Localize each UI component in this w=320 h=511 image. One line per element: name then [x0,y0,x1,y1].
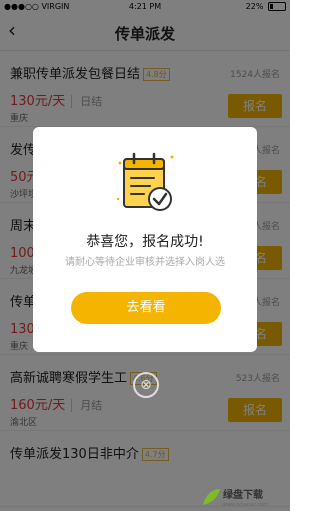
success-dialog: 恭喜您，报名成功! 请耐心等待企业审核并选择入岗人选 去看看 [33,127,257,352]
calendar-check-icon [116,152,174,211]
close-icon[interactable]: ⊗ [133,372,159,398]
watermark-logo: 绿盘下载 www.lvpanxz.com [203,488,268,508]
success-title: 恭喜您，报名成功! [86,234,204,250]
success-subtitle: 请耐心等待企业审核并选择入岗人选 [65,257,225,268]
view-button[interactable]: 去看看 [71,292,221,324]
watermark-title: 绿盘下载 [223,488,263,501]
watermark-url: www.lvpanxz.com [223,502,268,508]
